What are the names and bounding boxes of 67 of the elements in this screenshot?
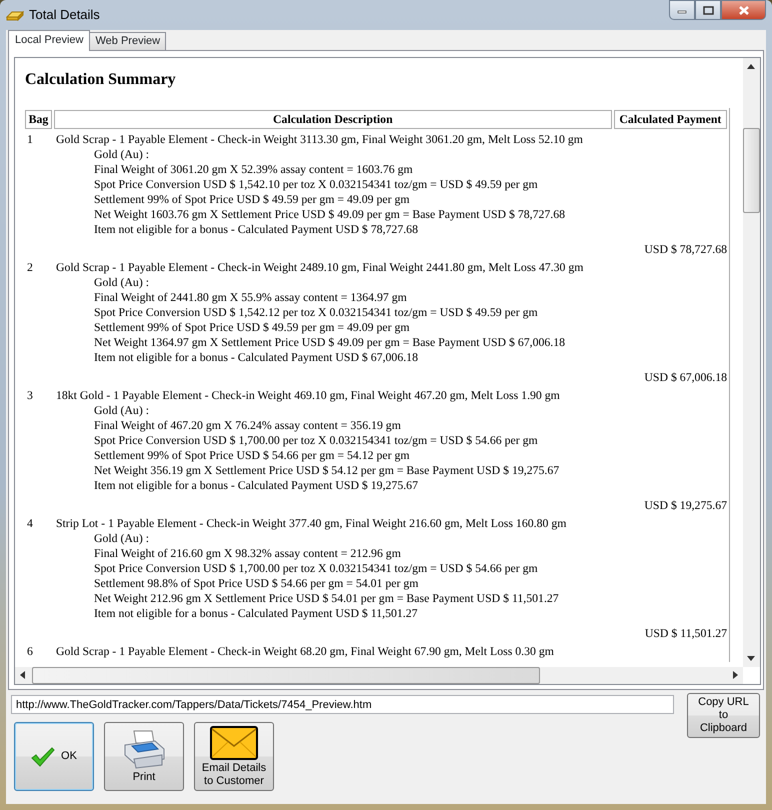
calculation-line: Net Weight 1603.76 gm X Settlement Price USD $ 49.09 per gm = Base Payment USD $ 78,727.68 bbox=[94, 207, 566, 222]
calculation-line: Item not eligible for a bonus - Calculated Payment USD $ 19,275.67 bbox=[94, 478, 419, 493]
url-field[interactable]: http://www.TheGoldTracker.com/Tappers/Data/Tickets/7454_Preview.htm bbox=[11, 695, 674, 714]
calculation-line: Spot Price Conversion USD $ 1,700.00 per toz X 0.032154341 toz/gm = USD $ 54.66 per gm bbox=[94, 433, 539, 448]
calculation-line: Gold (Au) : bbox=[94, 531, 150, 546]
horizontal-scrollbar[interactable] bbox=[15, 667, 743, 684]
bag-number: 3 bbox=[26, 387, 34, 404]
payment-amount: USD $ 78,727.68 bbox=[644, 242, 727, 256]
calculation-line: Item not eligible for a bonus - Calculated Payment USD $ 78,727.68 bbox=[94, 222, 419, 237]
heading: Calculation Summary bbox=[25, 72, 177, 87]
calculation-line: Gold (Au) : bbox=[94, 147, 150, 162]
scrollbar-thumb[interactable] bbox=[32, 667, 540, 684]
column-header: Calculation Description bbox=[54, 110, 612, 129]
check-icon bbox=[31, 746, 56, 766]
calculation-line: Gold (Au) : bbox=[94, 403, 150, 418]
window-title: Total Details bbox=[29, 6, 100, 24]
bag-number: 6 bbox=[26, 643, 34, 660]
bag-summary: Gold Scrap - 1 Payable Element - Check-in Weight 68.20 gm, Final Weight 67.90 gm, Melt Loss 0.30 gm bbox=[56, 644, 555, 659]
column-header: Bag bbox=[25, 110, 52, 129]
maximize-button[interactable] bbox=[695, 0, 721, 20]
printer-icon bbox=[122, 729, 166, 769]
calculation-line: Final Weight of 216.60 gm X 98.32% assay content = 212.96 gm bbox=[94, 546, 402, 561]
ok-button[interactable]: OK bbox=[14, 722, 94, 791]
payment-amount: USD $ 19,275.67 bbox=[644, 498, 727, 512]
calculation-line: Settlement 99% of Spot Price USD $ 54.66 per gm = 54.12 per gm bbox=[94, 448, 411, 463]
tab[interactable]: Web Preview bbox=[89, 32, 166, 50]
calculation-line: Net Weight 356.19 gm X Settlement Price USD $ 54.12 per gm = Base Payment USD $ 19,275.67 bbox=[94, 463, 560, 478]
bag-summary: Gold Scrap - 1 Payable Element - Check-in Weight 2489.10 gm, Final Weight 2441.80 gm, Melt Loss 47.30 gm bbox=[56, 260, 584, 275]
bag-summary: Gold Scrap - 1 Payable Element - Check-in Weight 3113.30 gm, Final Weight 3061.20 gm, Melt Loss 52.10 gm bbox=[56, 132, 584, 147]
minimize-button[interactable] bbox=[669, 0, 695, 20]
scrollbar-thumb[interactable] bbox=[743, 128, 760, 213]
bag-summary: 18kt Gold - 1 Payable Element - Check-in Weight 469.10 gm, Final Weight 467.20 gm, Melt Loss 1.90 gm bbox=[56, 388, 561, 403]
calculation-line: Final Weight of 2441.80 gm X 55.9% assay content = 1364.97 gm bbox=[94, 290, 408, 305]
column-header: Calculated Payment bbox=[614, 110, 727, 129]
ingot-icon bbox=[6, 9, 24, 21]
payment-amount: USD $ 67,006.18 bbox=[644, 370, 727, 384]
envelope-icon bbox=[210, 726, 258, 760]
calculation-line: Final Weight of 467.20 gm X 76.24% assay content = 356.19 gm bbox=[94, 418, 402, 433]
close-button[interactable] bbox=[721, 0, 766, 20]
close-icon bbox=[738, 4, 750, 16]
print-button[interactable]: Print bbox=[104, 722, 184, 791]
calculation-line: Gold (Au) : bbox=[94, 275, 150, 290]
up-arrow-icon[interactable] bbox=[747, 64, 755, 69]
calculation-line: Spot Price Conversion USD $ 1,542.10 per toz X 0.032154341 toz/gm = USD $ 49.59 per gm bbox=[94, 177, 539, 192]
down-arrow-icon[interactable] bbox=[747, 656, 755, 661]
bag-number: 4 bbox=[26, 515, 34, 532]
calculation-line: Final Weight of 3061.20 gm X 52.39% assay content = 1603.76 gm bbox=[94, 162, 414, 177]
calculation-line: Settlement 99% of Spot Price USD $ 49.59 per gm = 49.09 per gm bbox=[94, 192, 411, 207]
bag-number: 1 bbox=[26, 131, 34, 148]
right-arrow-icon[interactable] bbox=[733, 671, 738, 679]
calculation-line: Net Weight 1364.97 gm X Settlement Price USD $ 49.09 per gm = Base Payment USD $ 67,006.18 bbox=[94, 335, 566, 350]
tab[interactable]: Local Preview bbox=[8, 30, 90, 51]
maximize-icon bbox=[702, 6, 714, 14]
calculation-line: Spot Price Conversion USD $ 1,700.00 per toz X 0.032154341 toz/gm = USD $ 54.66 per gm bbox=[94, 561, 539, 576]
bag-summary: Strip Lot - 1 Payable Element - Check-in Weight 377.40 gm, Final Weight 216.60 gm, Melt Loss 160.80 gm bbox=[56, 516, 568, 531]
calculation-line: Item not eligible for a bonus - Calculated Payment USD $ 67,006.18 bbox=[94, 350, 419, 365]
calculation-line: Net Weight 212.96 gm X Settlement Price USD $ 54.01 per gm = Base Payment USD $ 11,501.27 bbox=[94, 591, 560, 606]
calculation-line: Settlement 98.8% of Spot Price USD $ 54.66 per gm = 54.01 per gm bbox=[94, 576, 420, 591]
calculation-line: Settlement 99% of Spot Price USD $ 49.59 per gm = 49.09 per gm bbox=[94, 320, 411, 335]
email-button[interactable]: Email Details to Customer bbox=[194, 722, 274, 791]
copy-url-button[interactable]: Copy URL to Clipboard bbox=[687, 693, 760, 738]
calculation-line: Item not eligible for a bonus - Calculated Payment USD $ 11,501.27 bbox=[94, 606, 419, 621]
left-arrow-icon[interactable] bbox=[20, 671, 25, 679]
calculation-line: Spot Price Conversion USD $ 1,542.12 per toz X 0.032154341 toz/gm = USD $ 49.59 per gm bbox=[94, 305, 539, 320]
vertical-scrollbar[interactable] bbox=[743, 58, 760, 667]
bag-number: 2 bbox=[26, 259, 34, 276]
payment-amount: USD $ 11,501.27 bbox=[644, 626, 727, 640]
